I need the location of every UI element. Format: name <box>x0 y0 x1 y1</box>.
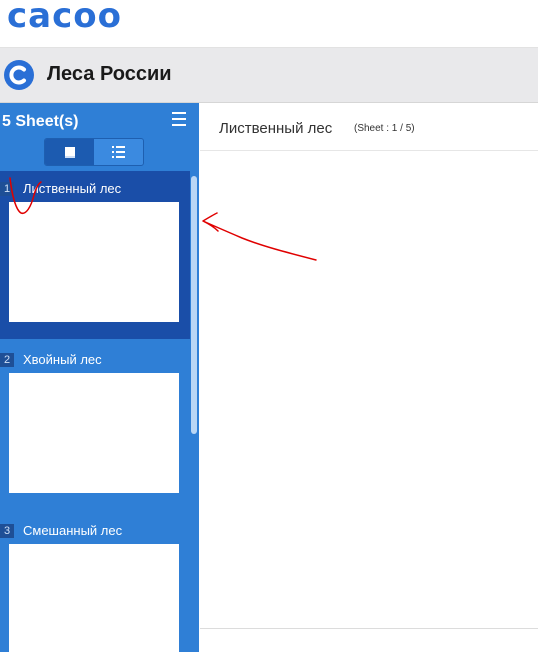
sheet-thumbnail[interactable] <box>9 202 179 322</box>
cacoo-logo[interactable]: cacoo <box>7 0 122 36</box>
view-toggle <box>44 138 144 166</box>
list-icon <box>112 146 126 158</box>
menu-icon[interactable] <box>172 112 186 126</box>
document-title: Леса России <box>47 63 172 85</box>
sheet-thumbnail[interactable] <box>9 373 179 493</box>
sheet-sidebar: 5 Sheet(s) 1 Лиственный лес 2 Хвойный ле… <box>0 103 199 652</box>
sheet-item-3[interactable]: 3 Смешанный лес <box>0 513 190 652</box>
sheet-header: Лиственный лес (Sheet : 1 / 5) <box>200 103 538 151</box>
sheet-count: 5 Sheet(s) <box>2 113 79 130</box>
sheet-item-2[interactable]: 2 Хвойный лес <box>0 342 190 510</box>
sheet-item-1[interactable]: 1 Лиственный лес <box>0 171 190 339</box>
sheet-name: Хвойный лес <box>23 352 102 367</box>
top-bar: cacoo <box>0 0 538 48</box>
thumbnail-icon <box>65 147 75 158</box>
sheet-number: 1 <box>0 182 14 196</box>
sheet-position: (Sheet : 1 / 5) <box>354 123 415 134</box>
sheet-number: 3 <box>0 524 14 538</box>
current-sheet-title: Лиственный лес <box>219 120 333 137</box>
document-title-bar: Леса России <box>0 48 538 103</box>
sheet-thumbnail[interactable] <box>9 544 179 652</box>
sheet-name: Смешанный лес <box>23 523 123 538</box>
sheet-number: 2 <box>0 353 14 367</box>
sidebar-scrollbar[interactable] <box>191 176 197 434</box>
cacoo-c-icon[interactable] <box>4 60 34 90</box>
sheet-name: Лиственный лес <box>23 181 122 196</box>
canvas-divider <box>200 628 538 629</box>
list-view-button[interactable] <box>94 139 143 165</box>
thumbnail-view-button[interactable] <box>45 139 94 165</box>
